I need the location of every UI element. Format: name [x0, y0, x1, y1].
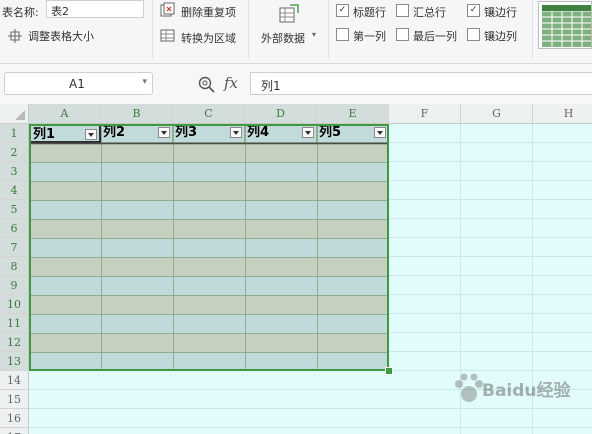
- column-header[interactable]: B: [101, 104, 173, 124]
- total-row-checkbox[interactable]: 汇总行: [396, 3, 456, 19]
- resize-table-label: 调整表格大小: [28, 30, 94, 43]
- resize-table-icon: [8, 29, 22, 43]
- checkbox-checked-icon: ✓: [467, 4, 480, 17]
- header-row-label: 标题行: [353, 6, 386, 19]
- row-header[interactable]: 16: [0, 409, 29, 428]
- convert-to-range-button[interactable]: 转换为区域: [160, 28, 270, 46]
- ribbon-separator: [532, 0, 533, 58]
- row-header[interactable]: 9: [0, 276, 29, 295]
- column-header[interactable]: G: [461, 104, 533, 124]
- row-header[interactable]: 12: [0, 333, 29, 352]
- banded-rows-label: 镶边行: [484, 6, 517, 19]
- watermark-text: Baidu经验: [482, 381, 571, 401]
- column-header[interactable]: H: [533, 104, 592, 124]
- checkbox-unchecked-icon: [336, 28, 349, 41]
- ribbon-separator: [152, 0, 153, 58]
- name-box[interactable]: A1 ▾: [4, 72, 153, 95]
- fill-handle[interactable]: [385, 367, 393, 375]
- column-header[interactable]: D: [245, 104, 317, 124]
- row-header[interactable]: 6: [0, 219, 29, 238]
- convert-range-icon: [160, 29, 175, 42]
- row-header[interactable]: 7: [0, 238, 29, 257]
- external-data-icon: [279, 4, 299, 23]
- last-column-checkbox[interactable]: 最后一列: [396, 27, 466, 43]
- first-column-checkbox[interactable]: 第一列: [336, 27, 396, 43]
- row-header[interactable]: 14: [0, 371, 29, 390]
- watermark: Baidu经验: [452, 366, 571, 414]
- checkbox-unchecked-icon: [396, 4, 409, 17]
- select-all-icon: [15, 110, 25, 120]
- table-style-preview-icon: [542, 5, 591, 47]
- remove-duplicates-label: 删除重复项: [181, 6, 236, 19]
- paw-logo-icon: [455, 373, 483, 402]
- table-name-label: 表名称:: [2, 6, 39, 19]
- external-data-label: 外部数据: [261, 32, 305, 45]
- checkbox-unchecked-icon: [396, 28, 409, 41]
- banded-columns-label: 镶边列: [484, 30, 517, 43]
- row-header[interactable]: 17: [0, 428, 29, 434]
- row-header[interactable]: 8: [0, 257, 29, 276]
- first-column-label: 第一列: [353, 30, 386, 43]
- remove-duplicates-icon: [160, 2, 175, 17]
- row-header[interactable]: 10: [0, 295, 29, 314]
- name-box-value: A1: [69, 77, 85, 91]
- checkbox-unchecked-icon: [467, 28, 480, 41]
- row-header[interactable]: 1: [0, 124, 29, 143]
- total-row-label: 汇总行: [413, 6, 446, 19]
- zoom-search-icon[interactable]: [198, 76, 215, 93]
- column-header[interactable]: A: [29, 104, 101, 124]
- banded-columns-checkbox[interactable]: 镶边列: [467, 27, 527, 43]
- external-data-button[interactable]: 外部数据 ▾: [256, 0, 326, 56]
- last-column-label: 最后一列: [413, 30, 457, 43]
- convert-to-range-label: 转换为区域: [181, 32, 236, 45]
- select-all-corner[interactable]: [0, 104, 29, 124]
- table-name-input[interactable]: 表2: [46, 0, 144, 18]
- spreadsheet-grid[interactable]: A B C D E F G H 1 2 3 4 5 6 7 8 9 10 11 …: [0, 104, 592, 434]
- fx-icon[interactable]: fx: [224, 74, 238, 92]
- row-header[interactable]: 4: [0, 181, 29, 200]
- resize-table-button[interactable]: 调整表格大小: [6, 26, 106, 44]
- ribbon: 表名称: 表2 调整表格大小 删除重复项 转换为区域 外部数据 ▾ ✓ 标题行 …: [0, 0, 592, 64]
- checkbox-checked-icon: ✓: [336, 4, 349, 17]
- table-gridlines: [29, 124, 389, 371]
- chevron-down-icon: ▾: [312, 30, 317, 39]
- column-header[interactable]: C: [173, 104, 245, 124]
- formula-content: 列1: [261, 79, 281, 93]
- table-style-gallery[interactable]: [538, 1, 592, 49]
- row-header[interactable]: 3: [0, 162, 29, 181]
- header-row-checkbox[interactable]: ✓ 标题行: [336, 3, 396, 19]
- row-header[interactable]: 15: [0, 390, 29, 409]
- row-header[interactable]: 2: [0, 143, 29, 162]
- table-name-value: 表2: [51, 5, 69, 18]
- remove-duplicates-button[interactable]: 删除重复项: [160, 2, 270, 20]
- row-header[interactable]: 11: [0, 314, 29, 333]
- column-header[interactable]: F: [389, 104, 461, 124]
- formula-bar: A1 ▾ fx 列1: [0, 64, 592, 104]
- formula-input[interactable]: 列1: [250, 72, 592, 95]
- styled-table[interactable]: 列1 列2 列3 列4 列5: [29, 124, 393, 375]
- row-header[interactable]: 5: [0, 200, 29, 219]
- banded-rows-checkbox[interactable]: ✓ 镶边行: [467, 3, 527, 19]
- gridline: [29, 427, 592, 428]
- row-header[interactable]: 13: [0, 352, 29, 371]
- column-header[interactable]: E: [317, 104, 389, 124]
- ribbon-separator: [328, 0, 329, 58]
- chevron-down-icon[interactable]: ▾: [142, 77, 147, 87]
- ribbon-separator: [248, 0, 249, 58]
